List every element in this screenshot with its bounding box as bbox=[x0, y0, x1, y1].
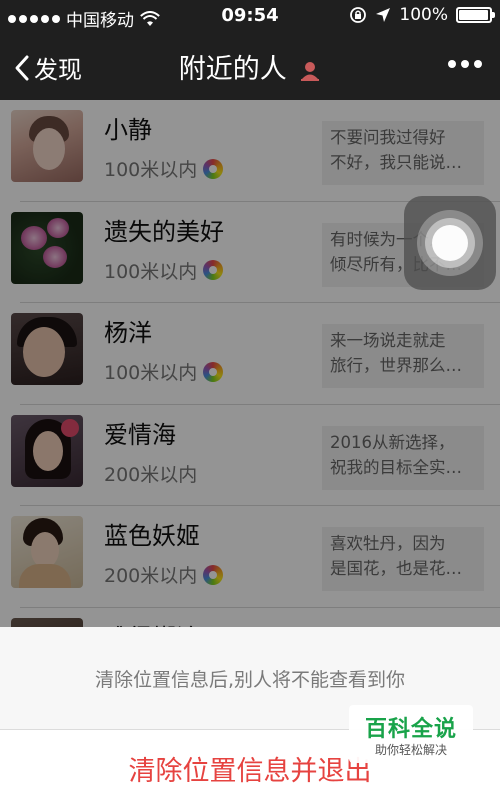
rotation-lock-icon bbox=[350, 7, 367, 23]
battery-percent: 100% bbox=[399, 5, 448, 25]
battery-icon bbox=[456, 7, 495, 23]
status-bar-right: 100% bbox=[349, 5, 495, 25]
location-arrow-icon bbox=[376, 8, 391, 22]
assistive-touch-button[interactable] bbox=[404, 196, 496, 290]
watermark-logo: 百科全说 助你轻松解决 bbox=[349, 705, 473, 763]
watermark-subtitle: 助你轻松解决 bbox=[374, 743, 447, 757]
page-title-text: 附近的人 bbox=[178, 54, 287, 85]
watermark-title: 百科全说 bbox=[364, 717, 457, 742]
location-person-icon bbox=[301, 61, 320, 81]
modal-backdrop[interactable] bbox=[0, 100, 500, 627]
page-title: 附近的人 bbox=[0, 47, 500, 86]
navigation-bar: 发现 附近的人 bbox=[0, 34, 500, 100]
status-bar: 中国移动 09:54 100% bbox=[0, 0, 500, 34]
more-options-button[interactable] bbox=[448, 60, 482, 68]
